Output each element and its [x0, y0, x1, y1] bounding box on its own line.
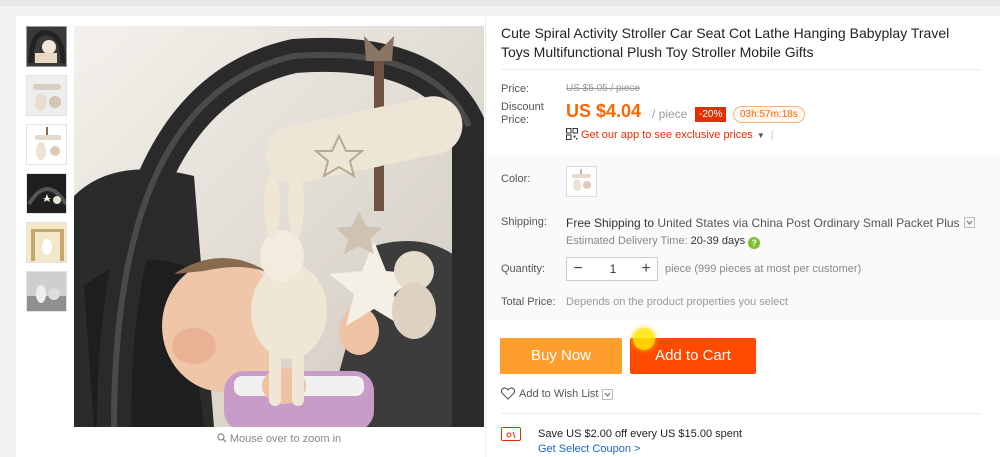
- product-title: Cute Spiral Activity Stroller Car Seat C…: [501, 25, 950, 60]
- shipping-label: Shipping:: [501, 216, 547, 228]
- estimated-delivery: Estimated Delivery Time: 20-39 days?: [566, 235, 761, 249]
- thumbnail-list: [26, 26, 68, 320]
- divider: [501, 413, 981, 414]
- main-product-image[interactable]: [74, 26, 484, 427]
- color-label: Color:: [501, 173, 531, 185]
- thumbnail-4[interactable]: [26, 173, 67, 214]
- get-coupon-link[interactable]: Get Select Coupon >: [538, 443, 640, 455]
- search-icon: [217, 433, 227, 446]
- qr-code-icon: [566, 128, 578, 143]
- chevron-down-icon: ▼: [756, 131, 765, 140]
- heart-icon[interactable]: [500, 387, 516, 403]
- coupon-text: Save US $2.00 off every US $15.00 spent: [538, 428, 743, 440]
- price-label: Price:: [501, 83, 530, 95]
- thumbnail-2[interactable]: [26, 75, 67, 116]
- chevron-down-icon[interactable]: [602, 389, 614, 400]
- chevron-down-icon[interactable]: [963, 217, 975, 228]
- price-unit: / piece: [652, 107, 688, 121]
- help-icon[interactable]: ?: [748, 237, 761, 249]
- quantity-stepper: − +: [566, 257, 658, 281]
- quantity-input[interactable]: [589, 258, 637, 280]
- free-shipping-text: Free Shipping to: [566, 216, 655, 230]
- total-price-label: Total Price:: [501, 296, 556, 308]
- app-promo-text: Get our app to see exclusive prices: [581, 129, 753, 141]
- thumbnail-6[interactable]: [26, 271, 67, 312]
- zoom-hint-text: Mouse over to zoom in: [229, 433, 342, 445]
- thumbnail-3[interactable]: [26, 124, 67, 165]
- countdown-timer: 03h:57m:18s: [733, 106, 805, 123]
- quantity-note: piece (999 pieces at most per customer): [665, 263, 862, 275]
- shipping-info: Free Shipping to United States via China…: [566, 216, 975, 230]
- app-promo-link[interactable]: Get our app to see exclusive prices ▼ |: [566, 128, 774, 143]
- separator: |: [770, 129, 774, 141]
- wish-list-label[interactable]: Add to Wish List: [519, 388, 598, 400]
- discount-price-label: Discount Price:: [501, 101, 544, 126]
- total-price-note: Depends on the product properties you se…: [566, 296, 788, 308]
- divider: [501, 69, 981, 70]
- original-price: US $5.05 / piece: [566, 83, 640, 94]
- thumbnail-1[interactable]: [26, 26, 67, 67]
- zoom-hint: Mouse over to zoom in: [74, 433, 484, 446]
- coupon-icon: [501, 427, 521, 441]
- thumbnail-5[interactable]: [26, 222, 67, 263]
- quantity-label: Quantity:: [501, 263, 546, 275]
- estimated-days: 20-39 days: [690, 235, 746, 247]
- top-strip: [0, 0, 1000, 6]
- shipping-method[interactable]: United States via China Post Ordinary Sm…: [657, 216, 959, 230]
- cursor-highlight: [633, 328, 655, 350]
- decrement-button[interactable]: −: [567, 258, 589, 280]
- wish-list[interactable]: Add to Wish List: [500, 387, 614, 403]
- discount-badge: -20%: [695, 107, 727, 122]
- increment-button[interactable]: +: [635, 258, 657, 280]
- estimated-label: Estimated Delivery Time:: [566, 235, 688, 247]
- buy-now-button[interactable]: Buy Now: [500, 338, 622, 374]
- color-swatch[interactable]: [566, 166, 597, 197]
- current-price: US $4.04: [566, 101, 642, 121]
